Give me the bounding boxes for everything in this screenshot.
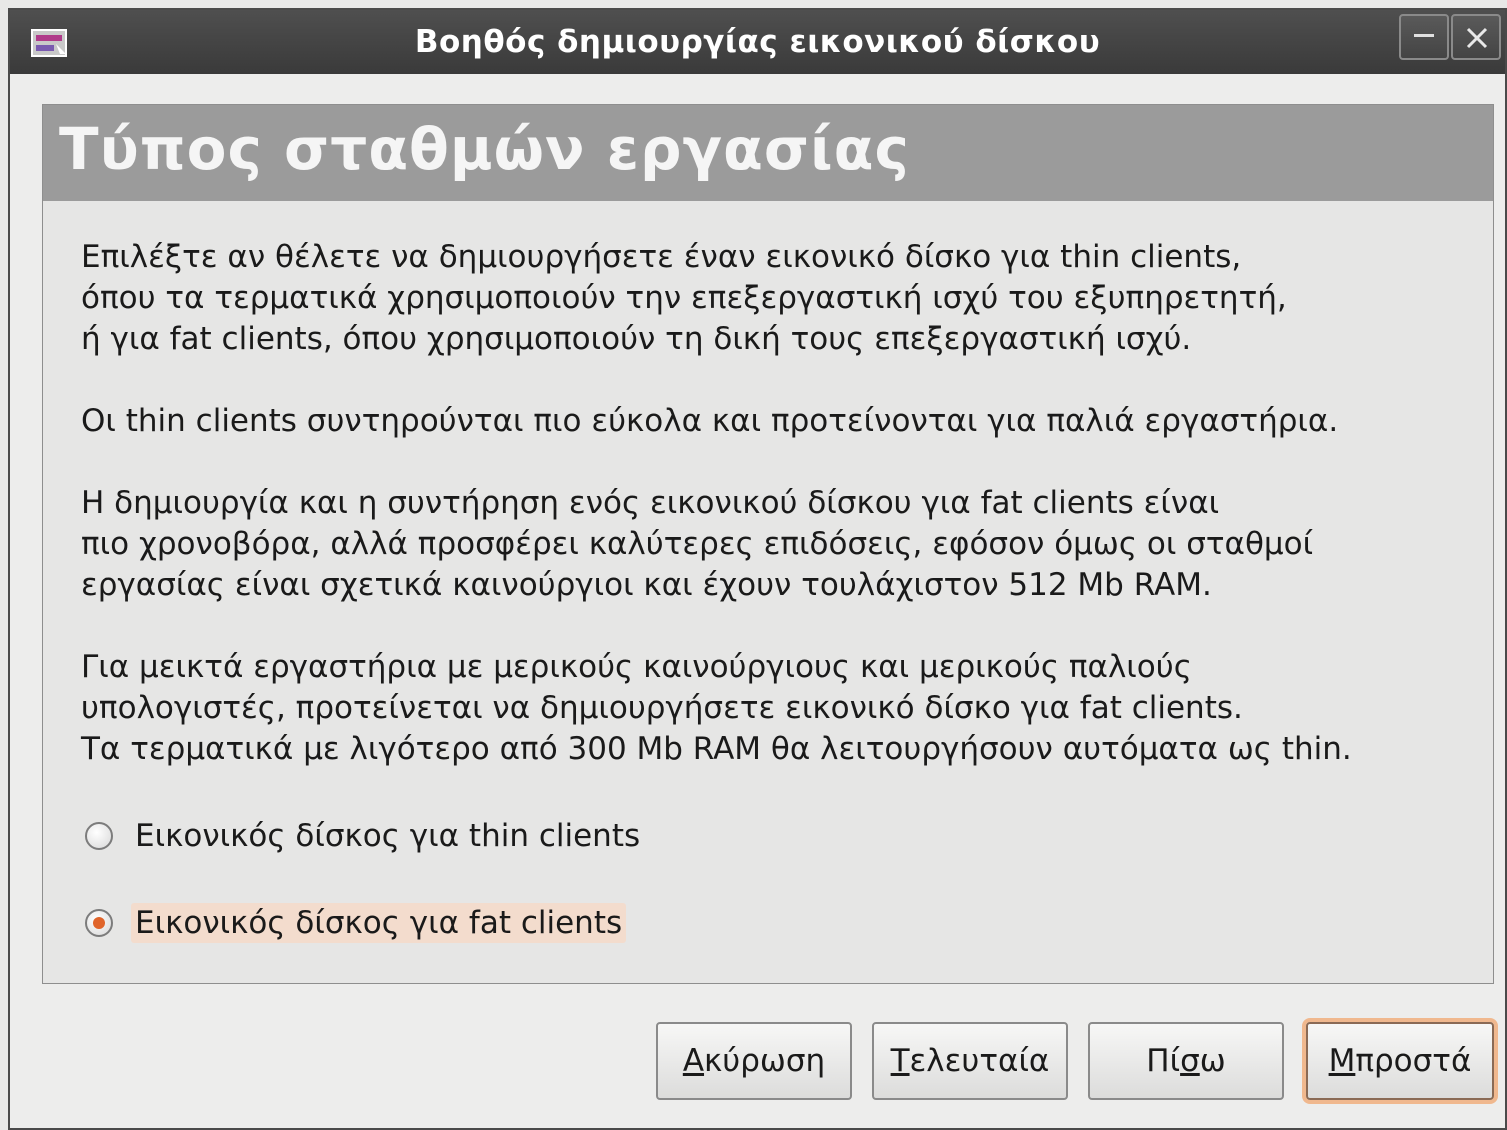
text-line: πιο χρονοβόρα, αλλά προσφέρει καλύτερες …: [81, 526, 1314, 562]
text-line: υπολογιστές, προτείνεται να δημιουργήσετ…: [81, 690, 1243, 726]
radio-button-unchecked[interactable]: [85, 822, 113, 850]
wizard-window: Βοηθός δημιουργίας εικονικού δίσκου Τύπο…: [8, 8, 1507, 1130]
close-button[interactable]: [1451, 14, 1501, 60]
radio-fat-clients[interactable]: Εικονικός δίσκος για fat clients: [85, 901, 627, 945]
text-line: ή για fat clients, όπου χρησιμοποιούν τη…: [81, 321, 1192, 357]
mnemonic: Τ: [890, 1043, 910, 1079]
button-label: προστά: [1355, 1043, 1472, 1079]
last-button[interactable]: Τελευταία: [872, 1022, 1068, 1100]
wizard-page: Τύπος σταθμών εργασίας Επιλέξτε αν θέλετ…: [42, 104, 1494, 984]
page-header: Τύπος σταθμών εργασίας: [43, 105, 1493, 201]
text-line: Η δημιουργία και η συντήρηση ενός εικονι…: [81, 485, 1220, 521]
text-line: Τα τερματικά με λιγότερο από 300 Mb RAM …: [81, 731, 1352, 767]
minimize-button[interactable]: [1399, 14, 1449, 60]
paragraph: Οι thin clients συντηρούνται πιο εύκολα …: [81, 401, 1471, 442]
text-line: εργασίας είναι σχετικά καινούργιοι και έ…: [81, 567, 1212, 603]
radio-button-checked[interactable]: [85, 909, 113, 937]
mnemonic: Μ: [1328, 1043, 1356, 1079]
back-button[interactable]: Πί σ ω: [1088, 1022, 1284, 1100]
radio-thin-clients[interactable]: Εικονικός δίσκος για thin clients: [85, 814, 644, 858]
text-line: Επιλέξτε αν θέλετε να δημιουργήσετε έναν…: [81, 239, 1242, 275]
mnemonic: Α: [682, 1043, 705, 1079]
radio-fat-clients-label[interactable]: Εικονικός δίσκος για fat clients: [131, 903, 627, 943]
paragraph: Επιλέξτε αν θέλετε να δημιουργήσετε έναν…: [81, 237, 1471, 360]
mnemonic: σ: [1180, 1043, 1200, 1079]
text-line: Οι thin clients συντηρούνται πιο εύκολα …: [81, 403, 1339, 439]
window-title: Βοηθός δημιουργίας εικονικού δίσκου: [414, 24, 1101, 60]
page-title: Τύπος σταθμών εργασίας: [59, 115, 910, 183]
button-label: ω: [1199, 1043, 1226, 1079]
button-label: ελευταία: [909, 1043, 1050, 1079]
text-line: όπου τα τερματικά χρησιμοποιούν την επεξ…: [81, 280, 1287, 316]
close-icon: [1466, 27, 1488, 49]
radio-thin-clients-label[interactable]: Εικονικός δίσκος για thin clients: [131, 816, 644, 856]
cancel-button[interactable]: Ακύρωση: [656, 1022, 852, 1100]
button-label: Πί: [1146, 1043, 1181, 1079]
text-line: Για μεικτά εργαστήρια με μερικούς καινού…: [81, 649, 1192, 685]
paragraph: Για μεικτά εργαστήρια με μερικούς καινού…: [81, 647, 1471, 770]
page-description: Επιλέξτε αν θέλετε να δημιουργήσετε έναν…: [81, 237, 1471, 811]
paragraph: Η δημιουργία και η συντήρηση ενός εικονι…: [81, 483, 1471, 606]
forward-button[interactable]: Μπροστά: [1306, 1022, 1494, 1100]
button-label: κύρωση: [704, 1043, 826, 1079]
title-bar[interactable]: Βοηθός δημιουργίας εικονικού δίσκου: [10, 10, 1505, 74]
